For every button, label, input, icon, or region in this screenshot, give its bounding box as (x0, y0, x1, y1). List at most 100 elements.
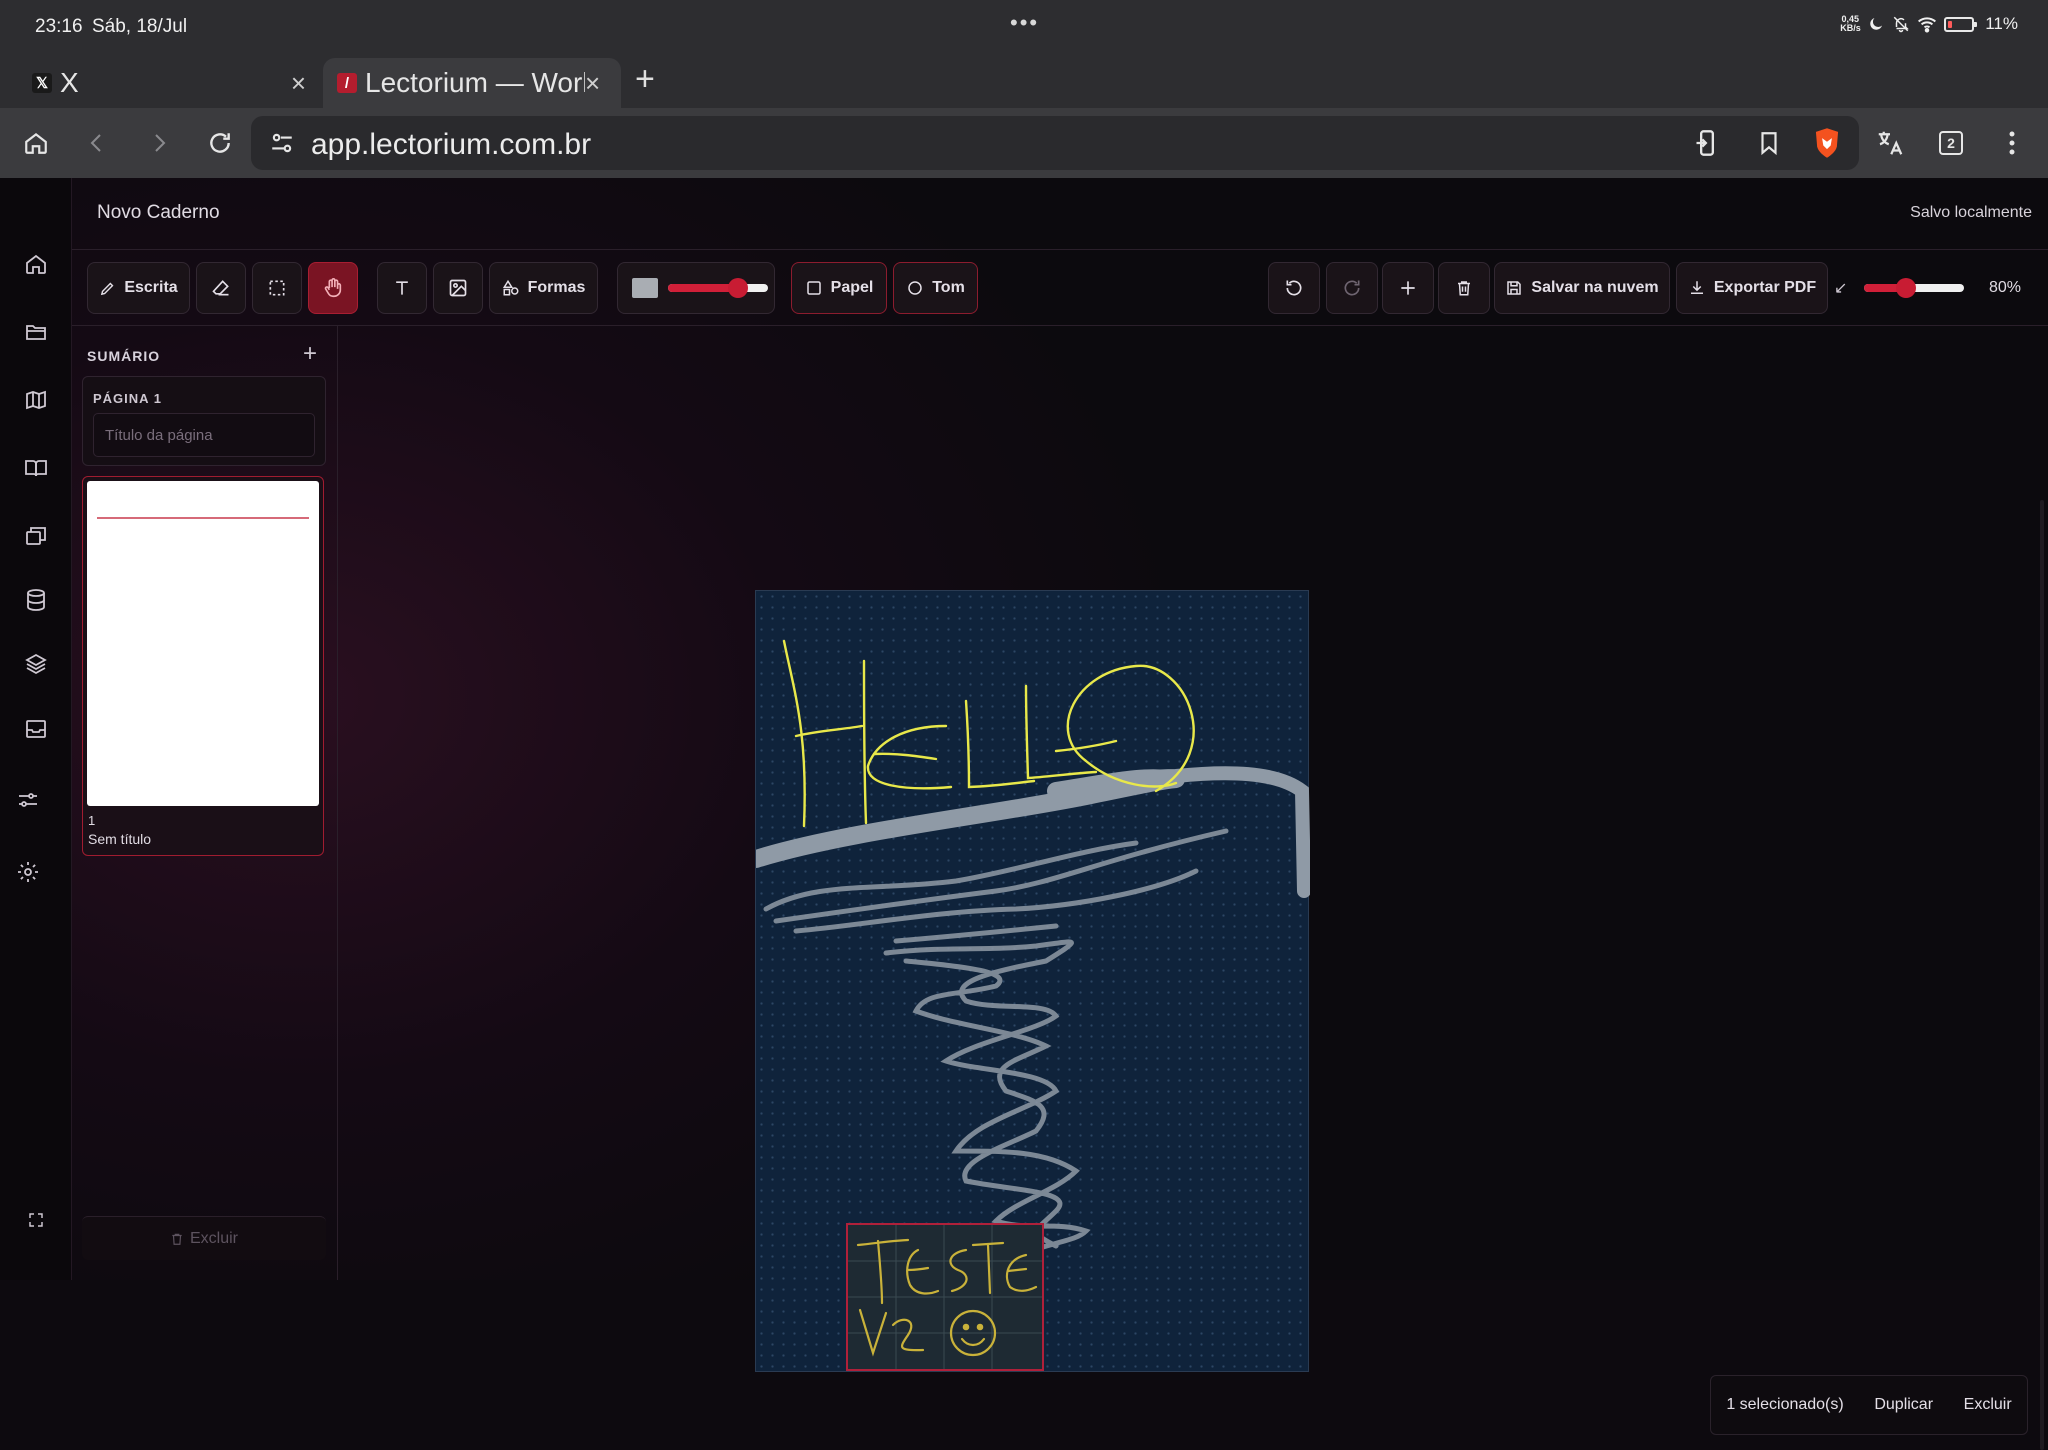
translate-button[interactable] (1869, 122, 1911, 164)
eraser-tool-button[interactable] (196, 262, 246, 314)
selection-actions-bar: 1 selecionado(s) Duplicar Excluir (1710, 1375, 2028, 1435)
pan-tool-button[interactable] (308, 262, 358, 314)
zoom-fit-icon[interactable]: ↙ (1834, 278, 1847, 298)
download-icon (1690, 281, 1703, 294)
layers-icon[interactable] (20, 648, 52, 680)
save-cloud-label: Salvar na nuvem (1531, 279, 1659, 296)
more-dots-icon[interactable]: ••• (1010, 10, 1039, 36)
battery-icon (1944, 16, 1978, 32)
chevron-right-icon (155, 134, 166, 152)
save-cloud-button[interactable]: Salvar na nuvem (1494, 262, 1670, 314)
pencil-icon (101, 282, 114, 295)
undo-icon (1286, 280, 1302, 296)
bookmark-icon[interactable] (1756, 129, 1782, 157)
tab-switcher-button[interactable]: 2 (1930, 122, 1972, 164)
tone-button[interactable]: Tom (893, 262, 978, 314)
book-open-icon[interactable] (20, 452, 52, 484)
forward-button[interactable] (138, 122, 180, 164)
paper-button[interactable]: Papel (791, 262, 887, 314)
tab-x[interactable]: 𝕏 X × (20, 58, 320, 108)
archive-icon[interactable] (20, 713, 52, 745)
moon-icon (1870, 18, 1883, 30)
page-label: PÁGINA 1 (93, 391, 162, 406)
gear-icon[interactable] (12, 856, 44, 888)
app-header: Novo Caderno Salvo localmente (72, 178, 2048, 250)
close-tab-icon[interactable]: × (291, 68, 306, 99)
slider-knob[interactable] (728, 278, 748, 298)
database-icon[interactable] (20, 584, 52, 616)
home-icon[interactable] (20, 248, 52, 280)
circle-icon (908, 281, 922, 295)
battery-level: 11% (1985, 14, 2018, 33)
map-icon[interactable] (20, 384, 52, 416)
image-tool-button[interactable] (433, 262, 483, 314)
shapes-tool-button[interactable]: Formas (489, 262, 598, 314)
redo-icon (1344, 280, 1360, 296)
bell-off-icon (1893, 16, 1910, 33)
sliders-icon[interactable] (12, 784, 44, 816)
page-title-input[interactable] (93, 413, 315, 457)
wifi-icon (1918, 17, 1937, 33)
text-icon (396, 281, 408, 295)
undo-button[interactable] (1268, 262, 1320, 314)
back-button[interactable] (76, 122, 118, 164)
close-tab-icon[interactable]: × (585, 68, 600, 99)
square-icon (806, 281, 821, 295)
export-pdf-button[interactable]: Exportar PDF (1676, 262, 1828, 314)
zoom-slider[interactable] (1864, 278, 1964, 298)
new-tab-button[interactable]: + (635, 60, 655, 99)
save-icon (1507, 281, 1522, 295)
netspeed-indicator: 0,45 KB/s (1840, 14, 1861, 33)
save-status: Salvo localmente (1910, 204, 2032, 221)
notebook-title[interactable]: Novo Caderno (97, 202, 220, 224)
write-tool-button[interactable]: Escrita (87, 262, 190, 314)
gray-scribble (763, 828, 1229, 1259)
duplicate-button[interactable]: Duplicar (1874, 1396, 1933, 1414)
site-settings-icon[interactable] (269, 130, 295, 156)
text-tool-button[interactable] (377, 262, 427, 314)
tone-label: Tom (932, 279, 965, 296)
inserted-note-image[interactable] (846, 1223, 1044, 1371)
fullscreen-icon[interactable] (20, 1204, 52, 1236)
slider-knob[interactable] (1896, 278, 1916, 298)
export-pdf-label: Exportar PDF (1713, 279, 1817, 296)
selection-count: 1 selecionado(s) (1726, 1396, 1844, 1413)
note-drawing (848, 1225, 1042, 1369)
reload-icon (210, 133, 230, 153)
home-button[interactable] (15, 122, 57, 164)
gray-stroke (1049, 766, 1311, 898)
url-text[interactable]: app.lectorium.com.br (311, 128, 591, 162)
home-icon (25, 132, 47, 154)
trash-icon (1458, 281, 1470, 296)
paper-label: Papel (830, 279, 874, 296)
add-page-button[interactable] (1382, 262, 1434, 314)
thumbnail-preview (87, 481, 319, 806)
stroke-width-slider[interactable] (668, 278, 768, 298)
brave-shield-icon[interactable] (1812, 127, 1842, 159)
redo-button[interactable] (1326, 262, 1378, 314)
status-date: Sáb, 18/Jul (92, 16, 188, 37)
hand-icon (324, 278, 342, 298)
page-thumbnail[interactable]: 1 Sem título (82, 476, 324, 856)
delete-button[interactable] (1438, 262, 1490, 314)
thumbnail-margin-line (97, 517, 309, 519)
delete-page-button[interactable]: Excluir (82, 1216, 326, 1260)
tab-title: Lectorium — Workspace (365, 67, 585, 98)
color-swatch[interactable] (632, 278, 658, 298)
reload-button[interactable] (199, 122, 241, 164)
delete-selection-button[interactable]: Excluir (1964, 1396, 2012, 1414)
canvas-scrollbar[interactable] (2040, 500, 2044, 1450)
add-section-button[interactable]: + (303, 340, 317, 368)
select-tool-button[interactable] (252, 262, 302, 314)
canvas-page[interactable] (747, 590, 1311, 1372)
tab-lectorium[interactable]: / Lectorium — Workspace × (323, 58, 621, 108)
copy-icon[interactable] (20, 520, 52, 552)
folder-icon[interactable] (20, 316, 52, 348)
trash-icon (172, 1233, 182, 1245)
address-bar[interactable]: app.lectorium.com.br (251, 116, 1859, 170)
write-label: Escrita (124, 279, 178, 296)
send-to-device-icon[interactable] (1693, 129, 1721, 157)
thumbnail-name: Sem título (88, 831, 152, 847)
zoom-value: 80% (1988, 279, 2021, 296)
browser-menu-button[interactable] (1991, 122, 2033, 164)
